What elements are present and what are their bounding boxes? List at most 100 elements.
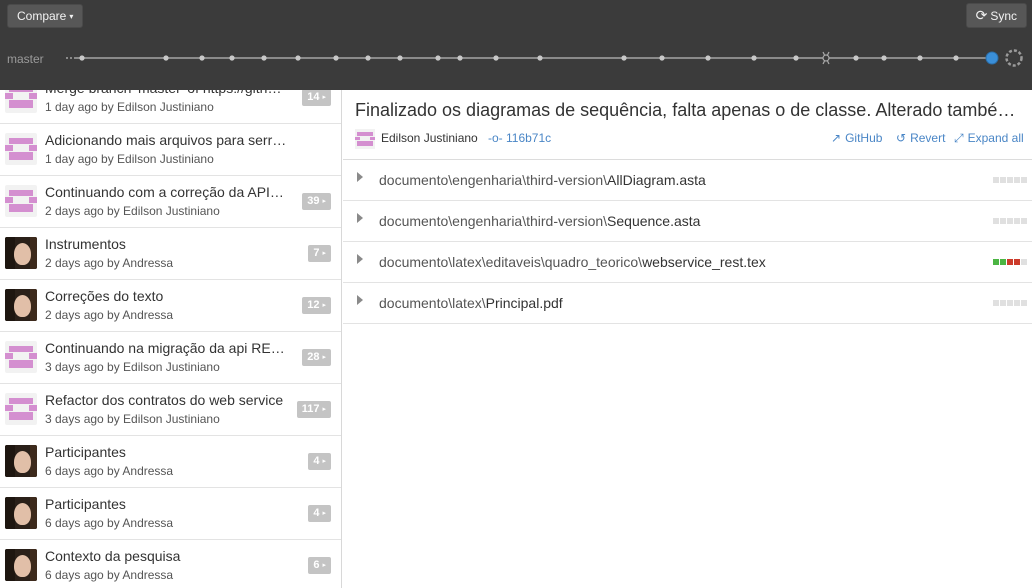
commit-list[interactable]: Merge branch 'master' of https://github.… <box>0 90 342 588</box>
avatar <box>5 90 37 113</box>
timeline-commit-dot[interactable] <box>953 55 959 61</box>
changed-files-badge: 117 ▸ <box>296 401 331 418</box>
timeline-commit-dot[interactable] <box>917 55 923 61</box>
changed-file-row[interactable]: documento\engenharia\third-version\Seque… <box>343 201 1032 242</box>
changed-files-badge: 6 ▸ <box>308 557 331 574</box>
timeline-commit-dot[interactable] <box>853 55 859 61</box>
commit-summary: Adicionando mais arquivos para serrem ig… <box>45 132 287 148</box>
commit-summary: Refactor dos contratos do web service <box>45 392 284 408</box>
changed-files-badge: 39 ▸ <box>302 193 331 210</box>
changed-files-count: 12 <box>307 299 320 311</box>
revert-link[interactable]: ↺ Revert <box>896 131 945 145</box>
commit-summary: Participantes <box>45 444 126 460</box>
diff-stat-block <box>1021 218 1027 224</box>
timeline-commit-dot[interactable] <box>199 55 205 61</box>
commit-meta: 2 days ago by Andressa <box>45 308 174 322</box>
commit-list-item[interactable]: Adicionando mais arquivos para serrem ig… <box>0 124 341 176</box>
chevron-right-icon[interactable] <box>357 213 363 223</box>
commit-meta: 6 days ago by Andressa <box>45 464 174 478</box>
expand-all-link[interactable]: ⤢ Expand all <box>954 131 1024 146</box>
chevron-right-icon: ▸ <box>322 302 326 309</box>
commit-title: Finalizado os diagramas de sequência, fa… <box>355 100 1025 120</box>
commit-list-item[interactable]: Continuando com a correção da API REST 2 … <box>0 176 341 228</box>
timeline-commit-dot[interactable] <box>365 55 371 61</box>
commit-meta: 6 days ago by Andressa <box>45 516 174 530</box>
diff-stat-bar <box>993 259 1028 265</box>
timeline-head-dot <box>985 51 999 65</box>
changed-file-row[interactable]: documento\latex\Principal.pdf <box>343 283 1032 324</box>
commit-list-item[interactable]: Continuando na migração da api RESTful 3 … <box>0 332 341 384</box>
timeline-commit-dot[interactable] <box>229 55 235 61</box>
timeline-commit-dot[interactable] <box>751 55 757 61</box>
sync-button[interactable]: ⟳ Sync <box>965 3 1027 28</box>
timeline-commit-dot[interactable] <box>793 55 799 61</box>
diff-stat-block <box>1014 300 1020 306</box>
sync-icon: ⟳ <box>975 7 988 23</box>
chevron-right-icon: ▸ <box>322 562 326 569</box>
changed-files-badge: 28 ▸ <box>302 349 331 366</box>
sync-button-label: Sync <box>990 9 1017 23</box>
expand-all-label: Expand all <box>967 131 1024 145</box>
diff-stat-block <box>1007 259 1013 265</box>
changed-files-badge: 14 ▸ <box>302 90 331 106</box>
diff-stat-block <box>1014 218 1020 224</box>
commit-meta: 3 days ago by Edilson Justiniano <box>45 412 220 426</box>
commit-author: Edilson Justiniano <box>381 131 478 145</box>
commit-list-item[interactable]: Merge branch 'master' of https://github.… <box>0 90 341 124</box>
chevron-right-icon: ▸ <box>322 406 326 413</box>
chevron-down-icon: ▾ <box>69 12 74 21</box>
avatar <box>5 341 37 373</box>
github-link[interactable]: ↗ GitHub <box>831 131 882 145</box>
file-path: documento\latex\Principal.pdf <box>379 295 563 311</box>
commit-meta: 3 days ago by Edilson Justiniano <box>45 360 220 374</box>
changed-files-count: 28 <box>307 351 320 363</box>
diff-stat-block <box>1000 218 1006 224</box>
chevron-right-icon: ▸ <box>322 198 326 205</box>
avatar <box>5 289 37 321</box>
diff-stat-block <box>993 259 999 265</box>
commit-summary: Contexto da pesquisa <box>45 548 181 564</box>
chevron-right-icon[interactable] <box>357 295 363 305</box>
commit-sha-link[interactable]: 116b71c <box>506 131 551 145</box>
commit-meta: 2 days ago by Andressa <box>45 256 174 270</box>
diff-stat-block <box>1021 300 1027 306</box>
commit-summary: Continuando com a correção da API REST <box>45 184 287 200</box>
timeline-commit-dot[interactable] <box>881 55 887 61</box>
file-path: documento\latex\editaveis\quadro_teorico… <box>379 254 766 270</box>
chevron-right-icon[interactable] <box>357 254 363 264</box>
changed-file-row[interactable]: documento\latex\editaveis\quadro_teorico… <box>343 242 1032 283</box>
commit-list-item[interactable]: Instrumentos 2 days ago by Andressa 7 ▸ <box>0 228 341 280</box>
timeline-commit-dot[interactable] <box>705 55 711 61</box>
timeline-commit-dot[interactable] <box>659 55 665 61</box>
commit-list-item[interactable]: Participantes 6 days ago by Andressa 4 ▸ <box>0 488 341 540</box>
timeline-commit-dot[interactable] <box>163 55 169 61</box>
timeline-commit-dot[interactable] <box>435 55 441 61</box>
chevron-right-icon[interactable] <box>357 172 363 182</box>
timeline-commit-dot[interactable] <box>261 55 267 61</box>
timeline-commit-dot[interactable] <box>295 55 301 61</box>
commit-list-item[interactable]: Correções do texto 2 days ago by Andressa… <box>0 280 341 332</box>
timeline-commit-dot[interactable] <box>457 55 463 61</box>
diff-stat-block <box>1000 177 1006 183</box>
timeline-commit-dot[interactable] <box>333 55 339 61</box>
timeline-commit-dot[interactable] <box>79 55 85 61</box>
commit-list-item[interactable]: Contexto da pesquisa 6 days ago by Andres… <box>0 540 341 588</box>
timeline-commit-dot[interactable] <box>397 55 403 61</box>
compare-button[interactable]: Compare ▾ <box>7 4 84 28</box>
commit-timeline[interactable] <box>66 48 1032 68</box>
timeline-commit-dot[interactable] <box>621 55 627 61</box>
diff-stat-block <box>1007 177 1013 183</box>
file-path: documento\engenharia\third-version\Seque… <box>379 213 700 229</box>
timeline-commit-dot[interactable] <box>493 55 499 61</box>
changed-file-row[interactable]: documento\engenharia\third-version\AllDi… <box>343 160 1032 201</box>
file-name: AllDiagram.asta <box>607 172 706 188</box>
merge-icon <box>822 51 830 65</box>
commit-list-item[interactable]: Refactor dos contratos do web service 3 d… <box>0 384 341 436</box>
diff-stat-bar <box>993 300 1028 306</box>
avatar <box>5 237 37 269</box>
diff-stat-block <box>1014 259 1020 265</box>
commit-detail-header: Finalizado os diagramas de sequência, fa… <box>343 90 1032 160</box>
commit-list-item[interactable]: Participantes 6 days ago by Andressa 4 ▸ <box>0 436 341 488</box>
timeline-commit-dot[interactable] <box>537 55 543 61</box>
commit-summary: Participantes <box>45 496 126 512</box>
